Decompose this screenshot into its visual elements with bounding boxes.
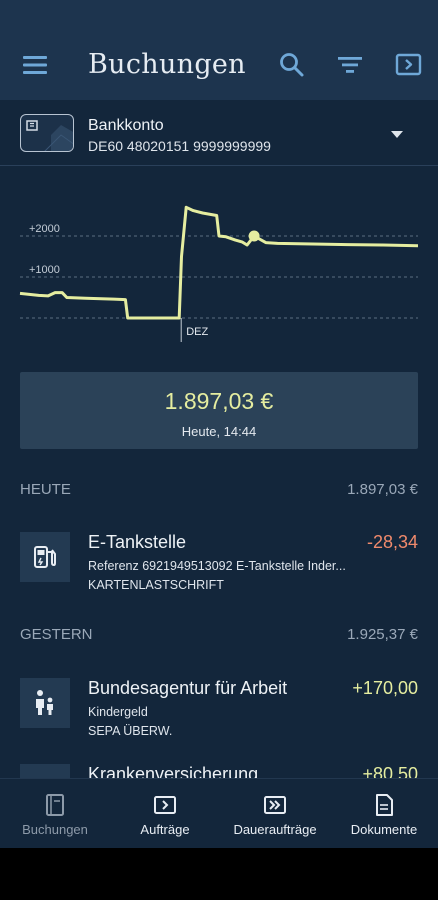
chart-y-tick-label: +1000 — [29, 264, 60, 276]
family-icon — [20, 678, 70, 728]
search-icon[interactable] — [277, 50, 307, 80]
chevron-down-icon[interactable] — [390, 127, 404, 139]
nav-label: Buchungen — [22, 822, 88, 837]
nav-label: Daueraufträge — [233, 822, 317, 837]
transaction-purpose: Kindergeld — [88, 705, 148, 719]
system-navigation-bar — [0, 848, 438, 900]
bottom-navigation: Buchungen Aufträge Daueraufträge Dokumen… — [0, 778, 438, 848]
section-header-yesterday: GESTERN 1.925,37 € — [20, 626, 418, 646]
page-title: Buchungen — [88, 49, 246, 80]
transaction-type: SEPA ÜBERW. — [88, 724, 173, 738]
transaction-amount: -28,34 — [366, 532, 418, 552]
recurring-transfer-icon — [263, 793, 287, 817]
account-name: Bankkonto — [88, 117, 164, 134]
section-label: HEUTE — [20, 481, 71, 498]
account-iban: DE60 48020151 9999999999 — [88, 138, 271, 154]
chart-series-line — [19, 205, 419, 320]
chart-current-point[interactable] — [248, 230, 260, 242]
transaction-amount: +170,00 — [352, 678, 418, 698]
app-bar: Buchungen — [0, 30, 438, 100]
balance-chart[interactable]: +2000 +1000 DEZ — [0, 166, 438, 356]
chart-month-label: DEZ — [186, 326, 208, 338]
account-selector[interactable]: Bankkonto DE60 48020151 9999999999 — [0, 100, 438, 166]
menu-icon[interactable] — [20, 52, 50, 78]
book-icon — [43, 793, 67, 817]
transfer-icon — [153, 793, 177, 817]
current-balance-amount: 1.897,03 € — [164, 388, 274, 414]
bank-card-icon — [20, 114, 74, 152]
section-sum: 1.925,37 € — [347, 626, 418, 643]
transaction-name: Bundesagentur für Arbeit — [88, 678, 288, 698]
chart-y-tick-label: +2000 — [29, 223, 60, 235]
nav-label: Dokumente — [350, 822, 418, 837]
nav-item-dauerauftraege[interactable]: Daueraufträge — [222, 779, 328, 848]
section-label: GESTERN — [20, 626, 93, 643]
transaction-type: KARTENLASTSCHRIFT — [88, 578, 224, 592]
filter-icon[interactable] — [335, 50, 365, 80]
app-root: Buchungen Bankkonto DE60 48020151 999999… — [0, 0, 438, 848]
section-sum: 1.897,03 € — [347, 481, 418, 498]
nav-item-buchungen[interactable]: Buchungen — [10, 779, 100, 848]
transaction-row[interactable]: E-Tankstelle -28,34 Referenz 69219495130… — [0, 532, 438, 612]
nav-label: Aufträge — [140, 822, 190, 837]
nav-item-dokumente[interactable]: Dokumente — [340, 779, 428, 848]
transaction-name: E-Tankstelle — [88, 532, 187, 552]
fuel-station-icon — [20, 532, 70, 582]
nav-item-auftraege[interactable]: Aufträge — [122, 779, 208, 848]
transaction-reference: Referenz 6921949513092 E-Tankstelle Inde… — [88, 559, 346, 573]
current-balance-card: 1.897,03 € Heute, 14:44 — [20, 372, 418, 449]
balance-timestamp: Heute, 14:44 — [181, 424, 257, 439]
transfer-icon[interactable] — [394, 50, 424, 80]
transaction-row[interactable]: Bundesagentur für Arbeit +170,00 Kinderg… — [0, 678, 438, 758]
status-bar — [0, 0, 438, 30]
document-icon — [372, 793, 396, 817]
section-header-today: HEUTE 1.897,03 € — [20, 481, 418, 501]
